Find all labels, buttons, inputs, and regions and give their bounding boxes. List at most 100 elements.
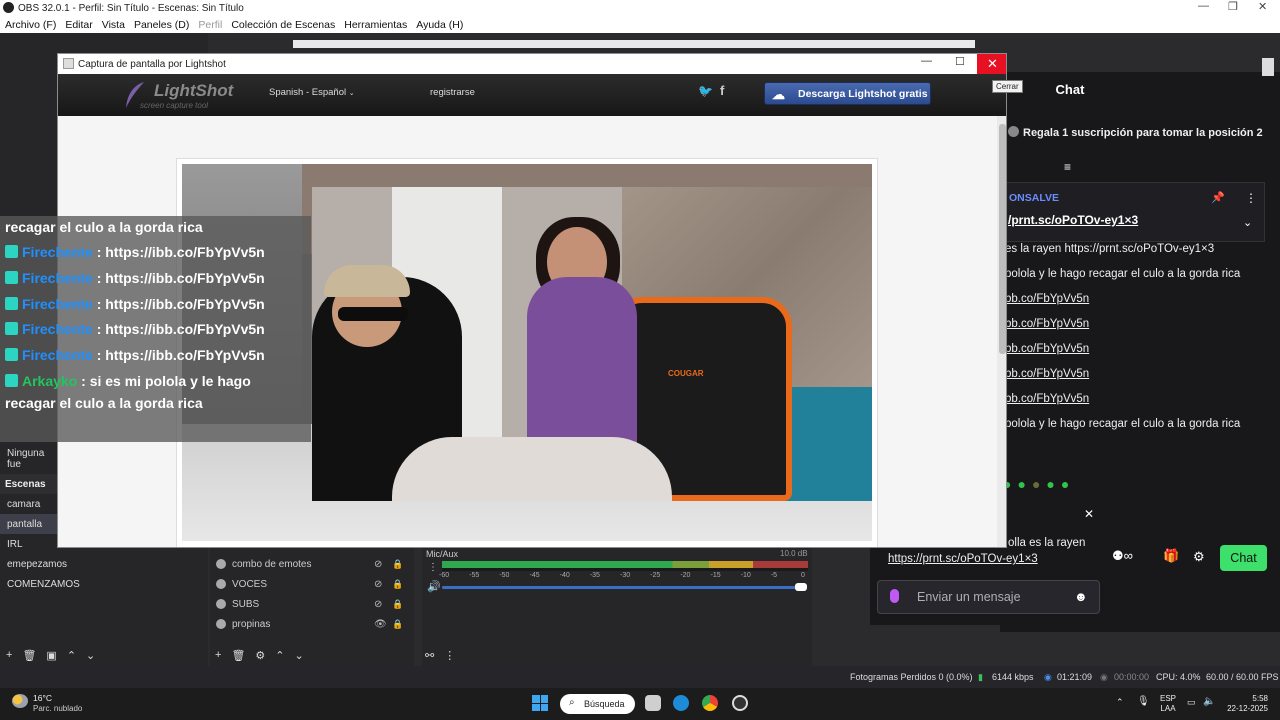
- edge-icon[interactable]: [673, 695, 689, 711]
- lang-code: ESP: [1160, 694, 1177, 703]
- minimize-icon[interactable]: —: [1198, 0, 1209, 12]
- hidden-eye-icon[interactable]: ⊘: [374, 599, 382, 610]
- pin-icon[interactable]: 📌: [1211, 191, 1225, 204]
- chrome-icon[interactable]: [702, 695, 718, 711]
- task-view-icon[interactable]: [645, 695, 661, 711]
- menu-coleccion[interactable]: Colección de Escenas: [231, 19, 335, 31]
- lightshot-app-icon: [63, 58, 74, 69]
- chat-message-link[interactable]: bb.co/FbYpVv5n: [1005, 293, 1089, 305]
- volume-tray-icon[interactable]: 🔈: [1203, 696, 1215, 707]
- chat-send-button[interactable]: Chat: [1220, 545, 1267, 571]
- network-icon[interactable]: ▭: [1187, 697, 1196, 708]
- visible-eye-icon[interactable]: 👁: [374, 619, 387, 630]
- clock[interactable]: 5:58 22-12-2025: [1224, 694, 1268, 714]
- lock-icon[interactable]: 🔒: [392, 619, 403, 630]
- language-selector[interactable]: Spanish - Español ⌄: [269, 87, 355, 98]
- source-item[interactable]: propinas 👁 🔒: [216, 614, 411, 634]
- close-icon[interactable]: ✕: [1084, 507, 1094, 521]
- close-icon[interactable]: ✕: [1258, 0, 1267, 13]
- collapse-icon[interactable]: ≡: [1064, 160, 1071, 174]
- chat-message-link[interactable]: bb.co/FbYpVv5n: [1005, 318, 1089, 330]
- gear-icon[interactable]: ⚙: [255, 649, 265, 662]
- chair-brand: COUGAR: [668, 369, 704, 378]
- facebook-icon[interactable]: f: [720, 83, 724, 98]
- chat-message-link[interactable]: bb.co/FbYpVv5n: [1005, 343, 1089, 355]
- overlay-chat-line: recagar el culo a la gorda rica: [5, 395, 203, 411]
- menu-herramientas[interactable]: Herramientas: [344, 19, 407, 31]
- mic-tray-icon[interactable]: 🎙: [1137, 696, 1150, 707]
- chat-message-link[interactable]: bb.co/FbYpVv5n: [1005, 368, 1089, 380]
- lock-icon[interactable]: 🔒: [392, 599, 403, 610]
- source-type-icon: [216, 599, 226, 609]
- gear-icon[interactable]: ⚙: [1193, 549, 1205, 565]
- download-button[interactable]: ☁ Descarga Lightshot gratis: [764, 82, 931, 105]
- scrollbar[interactable]: [1262, 58, 1274, 76]
- tray-chevron-icon[interactable]: ⌃: [1116, 697, 1124, 708]
- move-up-icon[interactable]: ⌃: [275, 649, 284, 662]
- weather-temp[interactable]: 16°C: [33, 693, 52, 703]
- menu-vista[interactable]: Vista: [102, 19, 125, 31]
- pinned-link[interactable]: /prnt.sc/oPoTOv-ey1×3: [1008, 213, 1138, 227]
- more-options-icon[interactable]: ⋮: [1245, 191, 1257, 205]
- link-icon[interactable]: ⚯: [425, 649, 434, 662]
- source-item[interactable]: VOCES ⊘ 🔒: [216, 574, 411, 594]
- mixer-menu-icon[interactable]: ⋮: [428, 562, 438, 573]
- menu-dots-icon[interactable]: ⋮: [444, 649, 455, 662]
- menu-paneles[interactable]: Paneles (D): [134, 19, 189, 31]
- mic-icon[interactable]: [890, 589, 899, 603]
- emote-icon[interactable]: ●: [1046, 476, 1054, 492]
- source-item[interactable]: combo de emotes ⊘ 🔒: [216, 554, 411, 574]
- add-icon[interactable]: +: [6, 649, 12, 661]
- scene-item[interactable]: emepezamos: [0, 554, 208, 574]
- add-icon[interactable]: +: [215, 649, 221, 661]
- scrollbar-thumb[interactable]: [999, 124, 1006, 354]
- move-down-icon[interactable]: ⌄: [295, 649, 304, 662]
- minimize-icon[interactable]: —: [921, 55, 932, 67]
- delete-icon[interactable]: 🗑: [231, 649, 245, 662]
- language-indicator[interactable]: ESP LAA: [1160, 694, 1176, 714]
- source-label: VOCES: [232, 578, 268, 590]
- chat-message-link[interactable]: bb.co/FbYpVv5n: [1005, 393, 1089, 405]
- hidden-eye-icon[interactable]: ⊘: [374, 559, 382, 570]
- menu-archivo[interactable]: Archivo (F): [5, 19, 56, 31]
- move-up-icon[interactable]: ⌃: [67, 649, 76, 662]
- restore-icon[interactable]: ❐: [1228, 0, 1238, 13]
- signal-icon: ▮: [978, 672, 983, 682]
- register-link[interactable]: registrarse: [430, 87, 475, 98]
- gift-box-icon[interactable]: 🎁: [1163, 548, 1179, 564]
- emoji-icon[interactable]: ☻: [1074, 589, 1088, 604]
- keyboard-layout: LAA: [1160, 704, 1176, 713]
- bits-icon[interactable]: ⚉∞: [1112, 548, 1133, 564]
- weather-icon[interactable]: [12, 694, 28, 708]
- emote-icon[interactable]: ●: [1017, 476, 1025, 492]
- source-item[interactable]: SUBS ⊘ 🔒: [216, 594, 411, 614]
- obs-taskbar-icon[interactable]: [732, 695, 748, 711]
- lock-icon[interactable]: 🔒: [392, 579, 403, 590]
- move-down-icon[interactable]: ⌄: [86, 649, 95, 662]
- meter-tick-label: -20: [680, 572, 691, 579]
- hidden-eye-icon[interactable]: ⊘: [374, 579, 382, 590]
- overlay-chat-text: : https://ibb.co/FbYpVv5n: [96, 244, 265, 260]
- close-button[interactable]: ✕: [977, 54, 1006, 74]
- filter-icon[interactable]: ▣: [46, 649, 56, 662]
- scene-item[interactable]: COMENZAMOS: [0, 574, 208, 594]
- reply-link[interactable]: https://prnt.sc/oPoTOv-ey1×3: [888, 553, 1038, 565]
- chevron-down-icon[interactable]: ⌄: [1243, 216, 1252, 229]
- maximize-icon[interactable]: ☐: [955, 55, 965, 68]
- speaker-icon[interactable]: 🔊: [427, 580, 441, 593]
- weather-desc[interactable]: Parc. nublado: [33, 704, 82, 713]
- lock-icon[interactable]: 🔒: [392, 559, 403, 570]
- emote-icon[interactable]: ●: [1032, 476, 1040, 492]
- windows-start-icon[interactable]: [532, 695, 548, 711]
- volume-slider-handle[interactable]: [795, 583, 807, 591]
- taskbar-search[interactable]: ⌕ Búsqueda: [560, 694, 635, 714]
- menu-editar[interactable]: Editar: [65, 19, 92, 31]
- lightshot-logo[interactable]: LightShot: [154, 81, 233, 101]
- delete-icon[interactable]: 🗑: [22, 649, 36, 662]
- menu-ayuda[interactable]: Ayuda (H): [416, 19, 463, 31]
- twitter-icon[interactable]: 🐦: [698, 84, 713, 98]
- gift-banner[interactable]: Regala 1 suscripción para tomar la posic…: [1008, 126, 1263, 139]
- menu-perfil[interactable]: Perfil: [198, 19, 222, 31]
- emote-icon[interactable]: ●: [1061, 476, 1069, 492]
- volume-slider[interactable]: [442, 586, 806, 589]
